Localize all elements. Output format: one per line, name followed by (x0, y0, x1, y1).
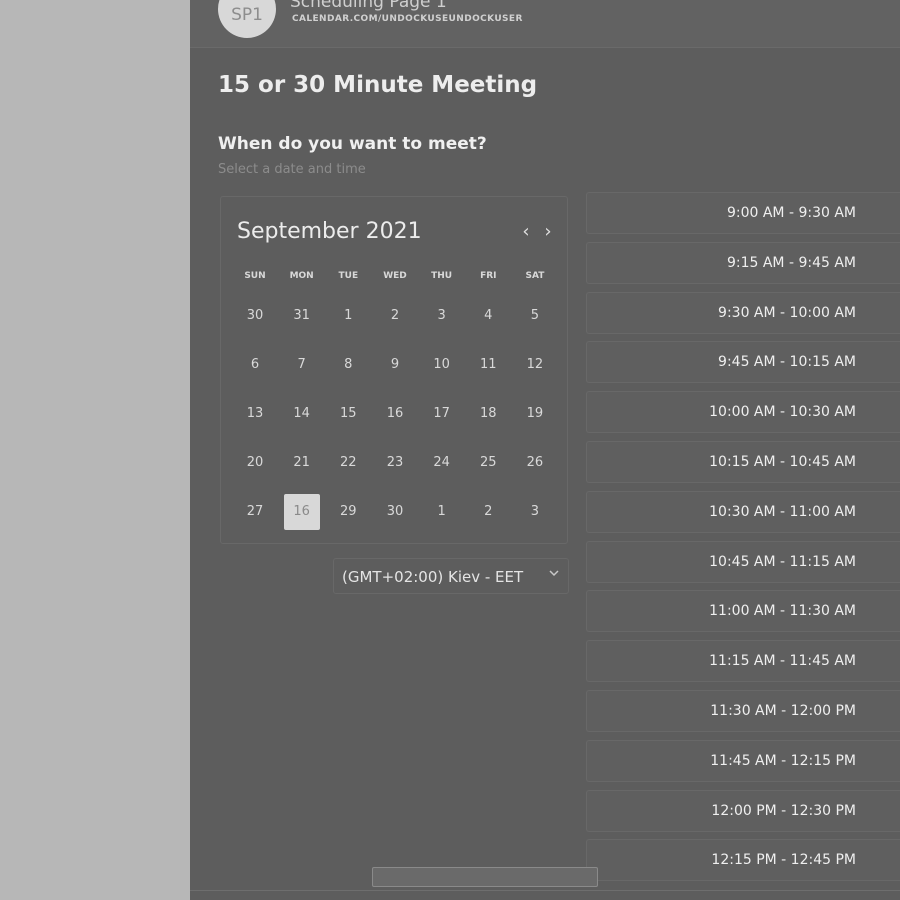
time-slot-label: 11:30 AM - 12:00 PM (710, 702, 856, 719)
time-slot-button[interactable]: 11:30 AM - 12:00 PM (586, 689, 900, 732)
calendar-day[interactable]: 18 (470, 396, 506, 432)
calendar-week: 27 16 29 30 1 2 3 (237, 487, 553, 536)
time-slot-button[interactable]: 9:30 AM - 10:00 AM (586, 291, 900, 334)
calendar-month-label: September 2021 (237, 219, 422, 244)
calendar-day[interactable]: 6 (237, 347, 273, 383)
time-slot-label: 9:30 AM - 10:00 AM (718, 304, 856, 321)
calendar-day[interactable]: 1 (424, 494, 460, 530)
time-slot-button[interactable]: 11:15 AM - 11:45 AM (586, 640, 900, 683)
calendar-day[interactable]: 15 (330, 396, 366, 432)
time-slot-label: 11:15 AM - 11:45 AM (709, 653, 856, 670)
time-slot-button[interactable]: 10:00 AM - 10:30 AM (586, 391, 900, 434)
chevron-down-icon (548, 567, 560, 583)
divider (190, 890, 900, 900)
calendar-day[interactable]: 16 (377, 396, 413, 432)
calendar-day[interactable]: 9 (377, 347, 413, 383)
time-slot-list: 9:00 AM - 9:30 AM 9:15 AM - 9:45 AM 9:30… (586, 192, 900, 889)
calendar-day[interactable]: 19 (517, 396, 553, 432)
calendar-day[interactable]: 23 (377, 445, 413, 481)
calendar-day[interactable]: 2 (377, 298, 413, 334)
calendar-day[interactable]: 24 (424, 445, 460, 481)
timezone-select[interactable]: (GMT+02:00) Kiev - EET (333, 558, 569, 594)
calendar-day[interactable]: 30 (377, 494, 413, 530)
time-slot-label: 10:00 AM - 10:30 AM (709, 404, 856, 421)
time-slot-button[interactable]: 9:00 AM - 9:30 AM (586, 192, 900, 234)
weekday-label: TUE (338, 271, 359, 281)
calendar-day[interactable]: 3 (424, 298, 460, 334)
calendar-day[interactable]: 26 (517, 445, 553, 481)
calendar-day[interactable]: 10 (424, 347, 460, 383)
time-slot-label: 9:45 AM - 10:15 AM (718, 354, 856, 371)
calendar-day[interactable]: 11 (470, 347, 506, 383)
calendar-day[interactable]: 27 (237, 494, 273, 530)
calendar-day[interactable]: 3 (517, 494, 553, 530)
time-slot-button[interactable]: 12:15 PM - 12:45 PM (586, 839, 900, 882)
calendar-day[interactable]: 13 (237, 396, 273, 432)
calendar-day[interactable]: 2 (470, 494, 506, 530)
scheduling-page-url[interactable]: CALENDAR.COM/UNDOCKUSEUNDOCKUSER (292, 14, 523, 24)
time-slot-label: 10:30 AM - 11:00 AM (709, 503, 856, 520)
time-slot-label: 11:45 AM - 12:15 PM (710, 752, 856, 769)
weekday-label: THU (431, 271, 453, 281)
calendar-day[interactable]: 17 (424, 396, 460, 432)
calendar-day[interactable]: 20 (237, 445, 273, 481)
next-month-button[interactable]: › (539, 221, 557, 243)
calendar: September 2021 ‹ › SUN MON TUE WED THU F… (220, 196, 568, 544)
calendar-day-selected[interactable]: 16 (283, 493, 320, 530)
time-slot-button[interactable]: 10:15 AM - 10:45 AM (586, 440, 900, 483)
weekday-label: WED (383, 271, 407, 281)
avatar: SP1 (218, 0, 276, 38)
date-question: When do you want to meet? (218, 134, 487, 154)
calendar-day[interactable]: 5 (517, 298, 553, 334)
calendar-weekday-header: SUN MON TUE WED THU FRI SAT (237, 271, 553, 289)
prev-month-button[interactable]: ‹ (517, 221, 535, 243)
calendar-day[interactable]: 7 (284, 347, 320, 383)
time-slot-button[interactable]: 9:45 AM - 10:15 AM (586, 341, 900, 384)
time-slot-label: 10:45 AM - 11:15 AM (709, 553, 856, 570)
time-slot-label: 10:15 AM - 10:45 AM (709, 453, 856, 470)
calendar-day[interactable]: 1 (330, 298, 366, 334)
time-slot-button[interactable]: 11:00 AM - 11:30 AM (586, 590, 900, 633)
time-slot-button[interactable]: 9:15 AM - 9:45 AM (586, 241, 900, 284)
weekday-label: FRI (480, 271, 497, 281)
calendar-week: 20 21 22 23 24 25 26 (237, 438, 553, 487)
calendar-day[interactable]: 12 (517, 347, 553, 383)
calendar-week: 6 7 8 9 10 11 12 (237, 340, 553, 389)
timezone-label: (GMT+02:00) Kiev - EET (342, 568, 524, 586)
time-slot-label: 9:00 AM - 9:30 AM (726, 205, 856, 221)
scheduling-panel: SP1 Scheduling Page 1 CALENDAR.COM/UNDOC… (190, 0, 900, 900)
calendar-days-grid: 30 31 1 2 3 4 5 6 7 8 9 10 11 12 13 14 1… (237, 291, 553, 536)
weekday-label: SUN (244, 271, 266, 281)
time-slot-label: 9:15 AM - 9:45 AM (726, 254, 856, 271)
time-slot-button[interactable]: 11:45 AM - 12:15 PM (586, 739, 900, 782)
calendar-day[interactable]: 31 (284, 298, 320, 334)
scheduling-page-name: Scheduling Page 1 (290, 0, 447, 12)
time-slot-label: 12:00 PM - 12:30 PM (711, 802, 856, 819)
calendar-week: 13 14 15 16 17 18 19 (237, 389, 553, 438)
calendar-day[interactable]: 25 (470, 445, 506, 481)
horizontal-scrollbar[interactable] (372, 867, 598, 887)
weekday-label: MON (289, 271, 314, 281)
calendar-day[interactable]: 21 (284, 445, 320, 481)
calendar-day[interactable]: 4 (470, 298, 506, 334)
page-header: SP1 Scheduling Page 1 CALENDAR.COM/UNDOC… (190, 0, 900, 48)
weekday-label: SAT (525, 271, 545, 281)
calendar-day[interactable]: 14 (284, 396, 320, 432)
meeting-title: 15 or 30 Minute Meeting (218, 72, 538, 98)
calendar-day[interactable]: 8 (330, 347, 366, 383)
calendar-day[interactable]: 29 (330, 494, 366, 530)
date-hint: Select a date and time (218, 162, 366, 177)
time-slot-button[interactable]: 10:45 AM - 11:15 AM (586, 540, 900, 583)
calendar-day[interactable]: 22 (330, 445, 366, 481)
calendar-day[interactable]: 30 (237, 298, 273, 334)
calendar-week: 30 31 1 2 3 4 5 (237, 291, 553, 340)
time-slot-button[interactable]: 10:30 AM - 11:00 AM (586, 490, 900, 533)
time-slot-label: 12:15 PM - 12:45 PM (711, 852, 856, 869)
time-slot-label: 11:00 AM - 11:30 AM (709, 603, 856, 620)
time-slot-button[interactable]: 12:00 PM - 12:30 PM (586, 789, 900, 832)
